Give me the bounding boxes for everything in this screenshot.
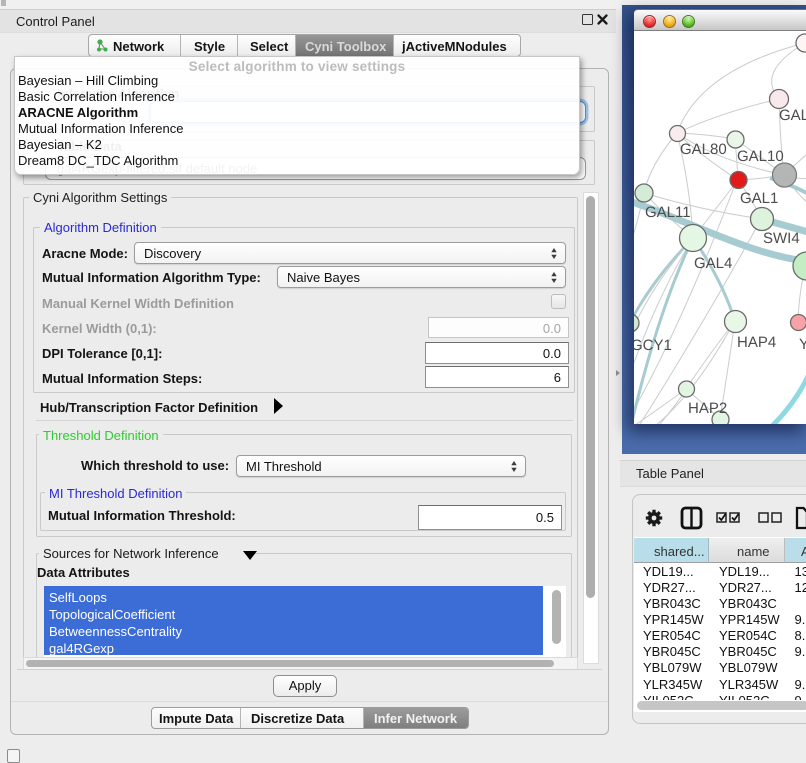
- svg-text:GAL4: GAL4: [694, 255, 732, 272]
- svg-text:GAL1: GAL1: [740, 190, 778, 207]
- svg-text:GAL80: GAL80: [680, 141, 727, 158]
- svg-text:Y: Y: [799, 336, 806, 353]
- svg-text:GAL10: GAL10: [737, 148, 784, 165]
- svg-text:GAL7: GAL7: [779, 107, 806, 124]
- svg-text:HAP2: HAP2: [688, 400, 727, 417]
- svg-text:GCY1: GCY1: [634, 337, 672, 354]
- svg-text:SWI4: SWI4: [763, 230, 800, 247]
- svg-text:GAL11: GAL11: [645, 204, 691, 221]
- svg-text:HAP4: HAP4: [737, 334, 776, 351]
